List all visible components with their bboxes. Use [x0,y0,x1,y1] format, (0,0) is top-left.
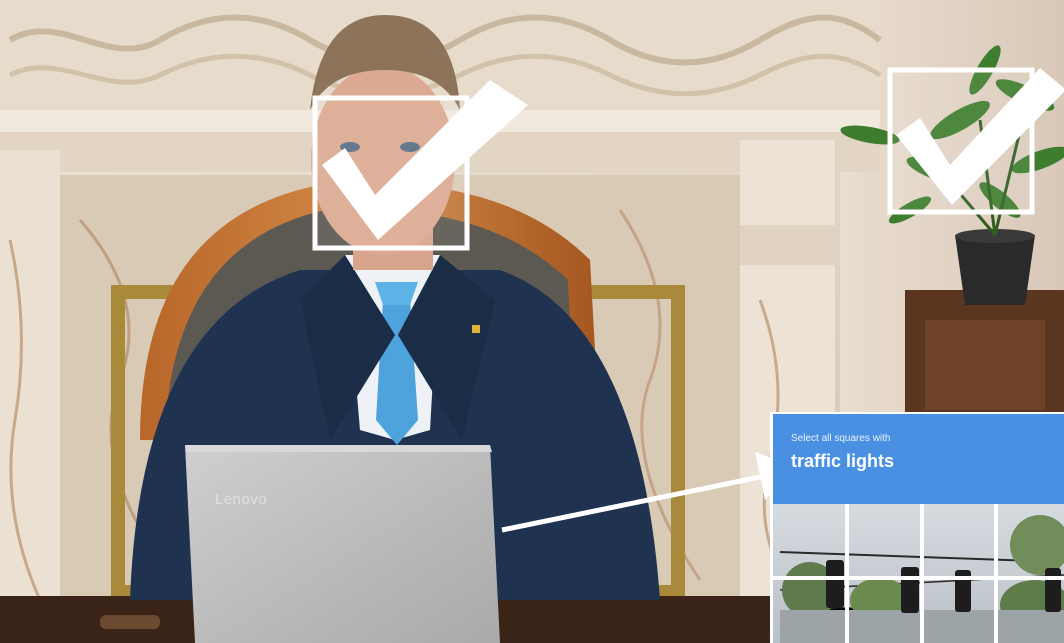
laptop-edge [185,445,492,452]
marble-column-left [0,150,60,643]
plant-pot [955,235,1035,305]
photo-illustration [0,0,1064,643]
laptop-brand-logo: Lenovo [215,491,268,508]
cabinet-panel [925,320,1045,410]
column-capital [735,225,840,265]
pen [100,615,160,629]
captcha-target: traffic lights [791,451,895,471]
photo-scene: Select all squares with traffic lights L… [0,0,1064,643]
captcha-header: Select all squares with traffic lights [773,414,1064,504]
laptop-lid [185,445,500,643]
captcha-instruction: Select all squares with [791,433,891,444]
lapel-pin [472,325,480,333]
